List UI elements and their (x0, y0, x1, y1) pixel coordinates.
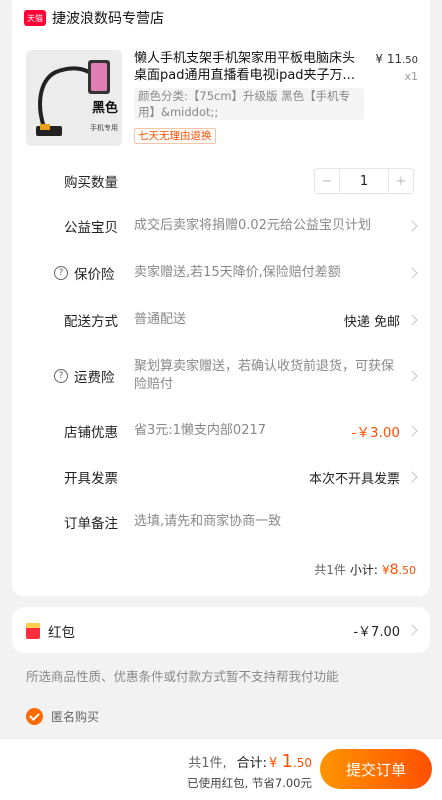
total-summary: 共1件, 合计: ¥ 1.50 (188, 751, 312, 772)
shop-name[interactable]: 捷波浪数码专营店 (52, 8, 164, 28)
row-freight-insurance[interactable]: ? 运费险 聚划算卖家赠送，若确认收货前退货，可获保险赔付 (12, 356, 430, 396)
submit-order-button[interactable]: 提交订单 (320, 749, 432, 789)
anonymous-purchase[interactable]: 匿名购买 (26, 708, 99, 725)
total-amount: ¥ 1.50 (269, 751, 312, 772)
remark-input[interactable]: 选填,请先和商家协商一致 (134, 513, 396, 531)
chevron-right-icon (406, 471, 418, 483)
subtotal-amount: ¥8.50 (381, 562, 416, 578)
phone-holder-image: 黑色 手机专用 (26, 50, 122, 146)
delivery-label: 配送方式 (64, 314, 118, 330)
delivery-fee: 快递 免邮 (343, 314, 400, 330)
subtotal-label: 小计: (349, 563, 378, 577)
hongbao-label: 红包 (48, 625, 75, 641)
invoice-label: 开具发票 (64, 471, 118, 487)
hongbao-value: -￥7.00 (353, 625, 400, 640)
remark-label: 订单备注 (64, 516, 118, 532)
chevron-right-icon (406, 370, 418, 382)
total-count: 共1件, (188, 756, 227, 771)
question-icon: ? (54, 266, 68, 280)
freight-insurance-label: ? 运费险 (54, 366, 115, 386)
plus-button[interactable]: + (389, 169, 413, 193)
chevron-right-icon (406, 220, 418, 232)
shop-header[interactable]: 天猫 捷波浪数码专营店 (24, 8, 164, 28)
tmall-logo-icon: 天猫 (24, 10, 46, 26)
payment-notice: 所选商品性质、优惠条件或付款方式暂不支持帮我付功能 (26, 669, 339, 684)
row-price-protect[interactable]: ? 保价险 卖家赠送,若15天降价,保险赔付差额 (12, 262, 430, 284)
chevron-right-icon (406, 267, 418, 279)
product-spec[interactable]: 颜色分类:【75cm】升级版 黑色【手机专用】&middot;; (134, 88, 364, 120)
shop-discount-amount: -￥3.00 (351, 425, 400, 441)
freight-insurance-value: 聚划算卖家赠送，若确认收货前退货，可获保险赔付 (134, 359, 395, 392)
row-quantity: 购买数量 − 1 + (12, 168, 430, 194)
subtotal: 共1件 小计: ¥8.50 (314, 561, 416, 578)
check-icon[interactable] (26, 708, 43, 725)
charity-value: 成交后卖家将捐赠0.02元给公益宝贝计划 (134, 218, 371, 233)
hongbao-row[interactable]: 红包 -￥7.00 (12, 607, 430, 653)
quantity-stepper[interactable]: − 1 + (314, 168, 414, 194)
shop-discount-label: 店铺优惠 (64, 425, 118, 441)
product-item[interactable]: 黑色 手机专用 懒人手机支架手机架家用平板电脑床头桌面pad通用直播看电视ipa… (26, 50, 418, 146)
quantity-label: 购买数量 (64, 175, 118, 191)
invoice-value: 本次不开具发票 (308, 471, 400, 487)
row-remark: 订单备注 选填,请先和商家协商一致 (12, 511, 430, 533)
red-packet-icon (26, 623, 40, 639)
row-invoice[interactable]: 开具发票 本次不开具发票 (12, 466, 430, 488)
product-image[interactable]: 黑色 手机专用 (26, 50, 122, 146)
chevron-right-icon (406, 314, 418, 326)
question-icon: ? (54, 369, 68, 383)
charity-label: 公益宝贝 (64, 220, 118, 236)
row-charity[interactable]: 公益宝贝 成交后卖家将捐赠0.02元给公益宝贝计划 (12, 215, 430, 237)
chevron-right-icon (406, 425, 418, 437)
svg-text:手机专用: 手机专用 (90, 123, 118, 132)
product-price: ¥ 11.50 (375, 52, 418, 66)
row-delivery[interactable]: 配送方式 普通配送 快递 免邮 (12, 309, 430, 331)
product-qty: x1 (404, 70, 418, 83)
total-label: 合计: (236, 756, 268, 771)
price-protect-label: ? 保价险 (54, 263, 115, 283)
chevron-right-icon (406, 624, 418, 636)
quantity-value[interactable]: 1 (339, 169, 389, 193)
subtotal-count: 共1件 (314, 563, 346, 577)
svg-text:黑色: 黑色 (92, 100, 118, 116)
return-policy-tag: 七天无理由退换 (134, 128, 216, 144)
row-shop-discount[interactable]: 店铺优惠 省3元:1懒支内部0217 -￥3.00 (12, 420, 430, 442)
product-title[interactable]: 懒人手机支架手机架家用平板电脑床头桌面pad通用直播看电视ipad夹子万... (134, 50, 364, 84)
price-protect-value: 卖家赠送,若15天降价,保险赔付差额 (134, 265, 341, 280)
hongbao-note: 已使用红包, 节省7.00元 (187, 776, 312, 790)
minus-button[interactable]: − (315, 169, 339, 193)
order-card: 天猫 捷波浪数码专营店 黑色 手机专用 懒人手机支架手机架家用平板电脑床头桌面p… (12, 0, 430, 596)
bottom-bar: 共1件, 合计: ¥ 1.50 已使用红包, 节省7.00元 提交订单 (0, 738, 442, 800)
anonymous-label: 匿名购买 (51, 710, 100, 724)
